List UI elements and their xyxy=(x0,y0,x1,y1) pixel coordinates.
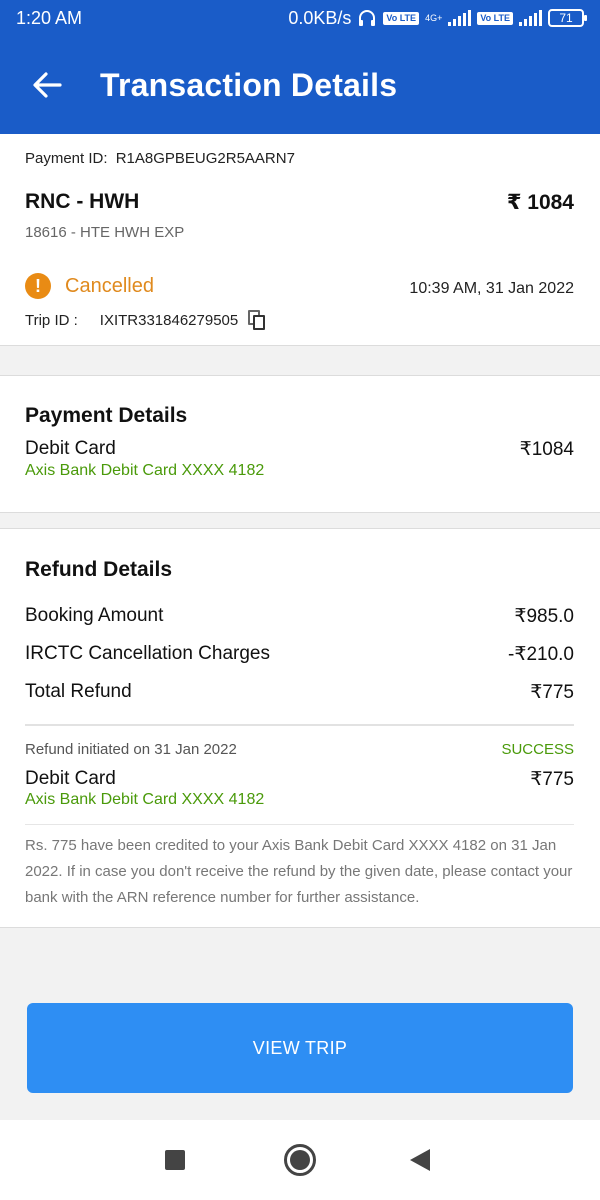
signal-icon-2 xyxy=(519,10,542,26)
trip-id-label: Trip ID : xyxy=(25,311,78,329)
refund-status-badge: SUCCESS xyxy=(501,741,574,758)
trip-id: Trip ID : IXITR331846279505 xyxy=(25,310,266,330)
refund-row-label: IRCTC Cancellation Charges xyxy=(25,643,270,664)
home-icon[interactable] xyxy=(284,1144,316,1176)
status-time: 1:20 AM xyxy=(16,7,83,28)
refund-method: Debit Card xyxy=(25,768,116,789)
refund-row-value: -₹210.0 xyxy=(508,644,574,665)
back-triangle-icon[interactable] xyxy=(410,1149,430,1171)
refund-row-value: ₹985.0 xyxy=(514,606,574,627)
payment-id-value: R1A8GPBEUG2R5AARN7 xyxy=(115,150,295,167)
network-speed: 0.0KB/s xyxy=(288,7,352,28)
status-icons: 0.0KB/s Vo LTE 4G+ Vo LTE 71 xyxy=(288,7,587,29)
refund-amount: ₹775 xyxy=(530,769,574,790)
page-title: Transaction Details xyxy=(100,66,398,103)
trip-id-value: IXITR331846279505 xyxy=(99,311,239,329)
payment-details-card: Payment Details Debit Card ₹1084 Axis Ba… xyxy=(0,375,600,513)
payment-details-title: Payment Details xyxy=(25,404,188,427)
payment-method: Debit Card xyxy=(25,438,116,459)
refund-details-title: Refund Details xyxy=(25,558,173,581)
train-name: 18616 - HTE HWH EXP xyxy=(25,224,185,241)
volte-icon-2: Vo LTE xyxy=(477,11,513,25)
copy-icon[interactable] xyxy=(248,310,266,330)
refund-details-card: Refund Details Booking Amount ₹985.0 IRC… xyxy=(0,528,600,928)
status-label: Cancelled xyxy=(65,274,154,297)
volte-icon: Vo LTE xyxy=(383,11,420,25)
refund-card: Axis Bank Debit Card XXXX 4182 xyxy=(25,791,265,808)
transaction-summary-card: Payment ID: R1A8GPBEUG2R5AARN7 RNC - HWH… xyxy=(0,134,600,346)
route: RNC - HWH xyxy=(25,190,140,213)
refund-row-label: Booking Amount xyxy=(25,605,164,626)
booking-status: ! Cancelled xyxy=(25,273,154,299)
app-bar: Transaction Details xyxy=(0,36,600,134)
refund-initiated-date: Refund initiated on 31 Jan 2022 xyxy=(25,741,237,758)
warning-icon: ! xyxy=(25,273,51,299)
refund-row-value: ₹775 xyxy=(530,682,574,703)
payment-amount: ₹1084 xyxy=(519,439,574,460)
payment-id-label: Payment ID: xyxy=(25,150,108,167)
transaction-datetime: 10:39 AM, 31 Jan 2022 xyxy=(409,280,574,297)
payment-id: Payment ID: R1A8GPBEUG2R5AARN7 xyxy=(25,150,295,167)
refund-note: Rs. 775 have been credited to your Axis … xyxy=(25,837,573,906)
divider xyxy=(25,724,574,726)
signal-icon xyxy=(448,10,472,26)
payment-card: Axis Bank Debit Card XXXX 4182 xyxy=(25,462,265,479)
divider xyxy=(25,824,574,825)
status-bar: 1:20 AM 0.0KB/s Vo LTE 4G+ Vo LTE 71 xyxy=(0,0,600,36)
back-arrow-icon xyxy=(33,72,62,98)
view-trip-button[interactable]: VIEW TRIP xyxy=(27,1003,573,1093)
recents-icon[interactable] xyxy=(165,1150,185,1170)
network-type-label: 4G+ xyxy=(425,12,443,23)
back-button[interactable] xyxy=(0,36,94,134)
refund-row-label: Total Refund xyxy=(25,681,132,702)
total-amount: ₹ 1084 xyxy=(506,191,574,214)
battery-icon: 71 xyxy=(548,9,587,27)
system-nav-bar xyxy=(0,1120,600,1200)
headphones-icon xyxy=(359,10,376,26)
